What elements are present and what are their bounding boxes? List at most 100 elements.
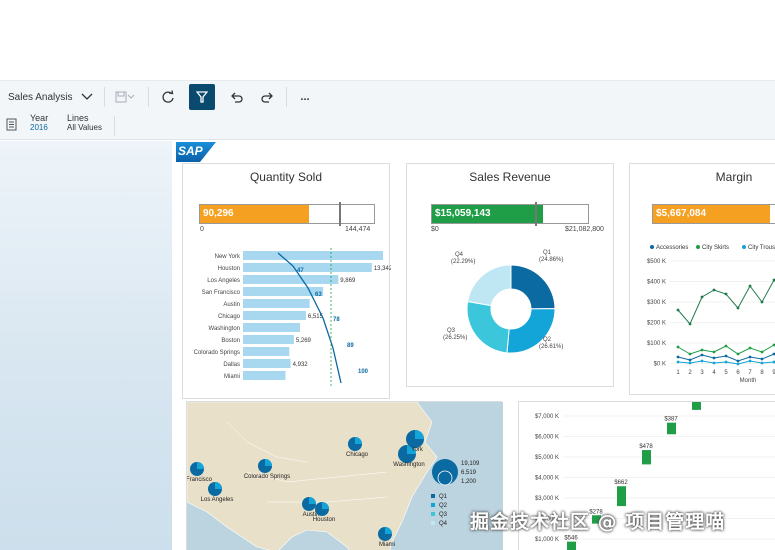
- series-point[interactable]: [724, 292, 728, 296]
- bar-category-label: Washington: [209, 326, 240, 332]
- bar[interactable]: [243, 371, 286, 380]
- revenue-donut-chart: Q1(24.86%) Q2(26.61%) Q3(26.25%) Q4(22.29%): [443, 250, 563, 354]
- waterfall-bar[interactable]: [567, 541, 576, 550]
- series-point[interactable]: [712, 350, 716, 354]
- story-selector[interactable]: Sales Analysis: [8, 81, 98, 113]
- waterfall-bar[interactable]: [617, 486, 626, 507]
- lines-filter[interactable]: Lines All Values: [67, 113, 102, 132]
- bar[interactable]: [243, 359, 291, 368]
- series-point[interactable]: [700, 353, 704, 357]
- margin-title: Margin: [715, 170, 753, 184]
- bar[interactable]: [243, 323, 300, 332]
- series-point[interactable]: [676, 308, 680, 312]
- series-point[interactable]: [700, 359, 704, 363]
- series-point[interactable]: [748, 359, 752, 363]
- series-point[interactable]: [724, 360, 728, 364]
- donut-slice-name: Q2: [543, 337, 552, 343]
- y-tick-label: $6,000 K: [535, 435, 559, 441]
- series-point[interactable]: [676, 355, 680, 359]
- series-point[interactable]: [688, 361, 692, 365]
- series-point[interactable]: [736, 359, 740, 363]
- city-label: Francisco: [187, 477, 213, 483]
- year-filter[interactable]: Year 2016: [30, 113, 48, 132]
- series-point[interactable]: [724, 354, 728, 358]
- filter-button[interactable]: [189, 84, 215, 110]
- quarter-legend-label: Q4: [439, 521, 448, 527]
- series-point[interactable]: [700, 295, 704, 299]
- size-legend-label: 19,109: [461, 461, 480, 467]
- waterfall-bar[interactable]: [667, 422, 676, 435]
- bar[interactable]: [243, 263, 372, 272]
- x-tick-label: 2: [688, 370, 692, 376]
- series-point[interactable]: [688, 352, 692, 356]
- bar[interactable]: [243, 251, 383, 260]
- bar[interactable]: [243, 311, 306, 320]
- bar-value-label: 9,869: [340, 278, 356, 284]
- series-point[interactable]: [688, 322, 692, 326]
- quantity-sold-card[interactable]: Quantity Sold 90,296 0 144,474 New York H…: [182, 163, 391, 399]
- size-legend-bubble: [432, 459, 458, 485]
- series-point[interactable]: [748, 284, 752, 288]
- series-point[interactable]: [736, 352, 740, 356]
- bar[interactable]: [243, 275, 339, 284]
- refresh-icon: [162, 90, 174, 103]
- waterfall-bar[interactable]: [692, 402, 701, 410]
- series-point[interactable]: [712, 356, 716, 360]
- series-point[interactable]: [748, 346, 752, 350]
- series-point[interactable]: [712, 288, 716, 292]
- series-point[interactable]: [760, 300, 764, 304]
- donut-slice-pct: (22.29%): [451, 259, 475, 265]
- document-icon[interactable]: [6, 118, 17, 131]
- sales-revenue-min: $0: [431, 226, 439, 233]
- series-point[interactable]: [736, 306, 740, 310]
- series-point[interactable]: [688, 358, 692, 362]
- quantity-sold-min: 0: [200, 226, 204, 233]
- undo-button[interactable]: [224, 81, 250, 113]
- donut-slice-pct: (26.25%): [443, 335, 467, 341]
- series-point[interactable]: [760, 350, 764, 354]
- sales-map[interactable]: Francisco Los Angeles Colorado Springs Chic…: [187, 402, 503, 550]
- more-button[interactable]: ...: [292, 81, 318, 113]
- bar[interactable]: [243, 347, 290, 356]
- sales-revenue-fill: $15,059,143: [432, 205, 544, 223]
- y-tick-label: $5,000 K: [535, 455, 559, 461]
- series-point[interactable]: [700, 348, 704, 352]
- series-point[interactable]: [676, 345, 680, 349]
- waterfall-bar[interactable]: [642, 450, 651, 465]
- donut-slice[interactable]: [510, 264, 556, 310]
- bar[interactable]: [243, 335, 294, 344]
- donut-slice-pct: (24.86%): [539, 257, 563, 263]
- sap-logo: SAP: [176, 142, 216, 162]
- size-legend-label: 6,519: [461, 470, 477, 476]
- map-card[interactable]: Francisco Los Angeles Colorado Springs Chic…: [186, 401, 503, 550]
- cumulative-label: 78: [333, 317, 340, 323]
- series-point[interactable]: [760, 361, 764, 365]
- series-point[interactable]: [736, 362, 740, 366]
- sales-revenue-max: $21,082,800: [565, 226, 604, 233]
- cumulative-label: 63: [315, 292, 322, 298]
- bar-category-label: Los Angeles: [207, 278, 240, 284]
- more-icon: ...: [300, 91, 310, 103]
- donut-slice[interactable]: [466, 300, 510, 354]
- bar[interactable]: [243, 299, 310, 308]
- story-canvas: SAP Quantity Sold 90,296 0 144,474 New Y…: [174, 141, 775, 550]
- quantity-sold-target: [339, 202, 342, 226]
- series-point[interactable]: [748, 355, 752, 359]
- redo-button[interactable]: [254, 81, 280, 113]
- refresh-button[interactable]: [155, 81, 181, 113]
- series-point[interactable]: [676, 360, 680, 364]
- y-tick-label: $0 K: [654, 362, 666, 368]
- x-tick-label: 6: [736, 370, 740, 376]
- y-tick-label: $200 K: [647, 321, 666, 327]
- quarter-legend-swatch: [431, 521, 435, 525]
- series-point[interactable]: [724, 344, 728, 348]
- save-menu-button[interactable]: [110, 81, 140, 113]
- bar-value-label: 13,342: [374, 266, 391, 272]
- series-point[interactable]: [712, 361, 716, 365]
- quantity-bar-chart: New York Houston 13,342 Los Angeles 9,869 San…: [194, 248, 391, 386]
- margin-card[interactable]: Margin $5,667,084 Accessories City Skirts…: [629, 163, 775, 395]
- series-point[interactable]: [760, 357, 764, 361]
- sales-revenue-card[interactable]: Sales Revenue $15,059,143 $0 $21,082,800…: [406, 163, 614, 387]
- x-tick-label: 4: [712, 370, 716, 376]
- donut-slice[interactable]: [467, 264, 512, 307]
